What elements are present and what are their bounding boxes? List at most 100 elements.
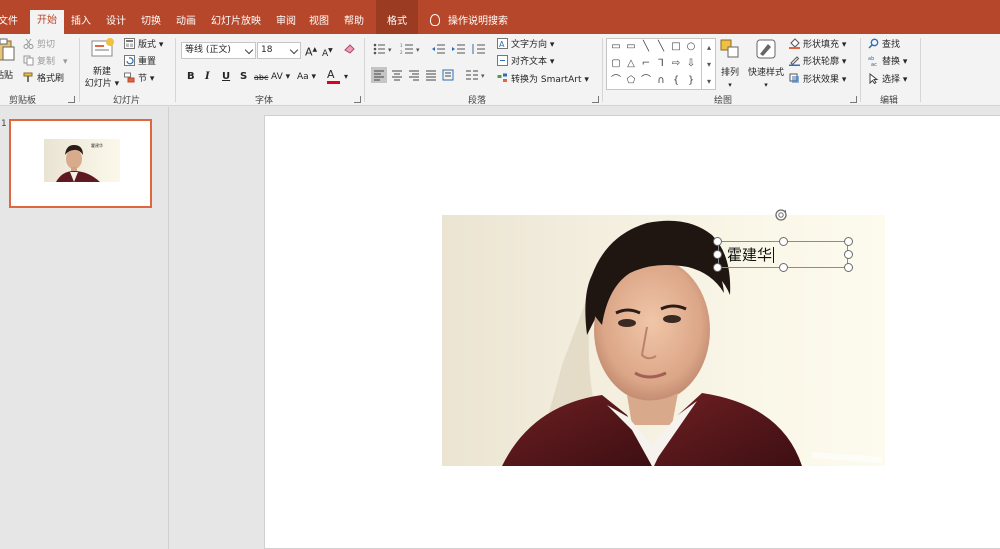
down-arrow-shape-icon[interactable]: ⇩ (684, 57, 698, 71)
tell-me-search[interactable]: 操作说明搜索 (430, 12, 508, 32)
drawing-launcher-icon[interactable] (850, 96, 857, 103)
arrange-button[interactable]: 排列 ▾ (716, 38, 744, 91)
shape-effects-label: 形状效果 (803, 75, 840, 85)
shape-outline-button[interactable]: 形状轮廓 ▾ (789, 55, 846, 69)
font-family-select[interactable]: 等线 (正文) (181, 42, 256, 59)
decrease-indent-icon (432, 44, 445, 54)
resize-handle-bottom-right[interactable] (844, 263, 853, 272)
slide-thumbnail-pane: 1 霍建华 (0, 107, 169, 549)
grow-font-label: A (305, 45, 313, 59)
char-spacing-button[interactable]: AV ▾ (271, 70, 290, 84)
section-button[interactable]: 节 ▾ (124, 72, 154, 86)
copy-label: 复制 (37, 57, 56, 67)
new-slide-button[interactable]: 新建 幻灯片 ▾ (84, 37, 120, 90)
strikethrough-button[interactable]: abc (254, 71, 268, 85)
layout-button[interactable]: 版式 ▾ (124, 38, 163, 52)
tab-format[interactable]: 格式 (376, 0, 418, 34)
convert-smartart-button[interactable]: 转换为 SmartArt ▾ (497, 73, 589, 87)
right-brace-shape-icon[interactable]: } (684, 74, 698, 88)
rotate-handle-icon[interactable] (774, 208, 788, 222)
tab-review[interactable]: 审阅 (273, 12, 299, 34)
slides-group-label: 幻灯片 (113, 96, 141, 106)
triangle-shape-icon[interactable]: △ (624, 57, 638, 71)
align-text-button[interactable]: 对齐文本 ▾ (497, 55, 554, 69)
clipboard-launcher-icon[interactable] (68, 96, 75, 103)
font-color-dropdown[interactable]: ▾ (344, 70, 348, 84)
paste-button[interactable]: 粘贴 (0, 38, 16, 82)
cut-button[interactable]: 剪切 (23, 38, 55, 52)
replace-button[interactable]: ab ac 替换 ▾ (868, 55, 907, 69)
line-shape-icon[interactable]: ╲ (639, 40, 653, 54)
underline-button[interactable]: U (222, 70, 230, 84)
font-group-label: 字体 (255, 96, 274, 106)
bold-button[interactable]: B (187, 70, 195, 84)
shape-effects-button[interactable]: 形状效果 ▾ (789, 73, 846, 87)
svg-text:▾: ▾ (416, 46, 420, 54)
resize-handle-bottom-left[interactable] (713, 263, 722, 272)
font-size-select[interactable]: 18 (257, 42, 301, 59)
arrow-line-shape-icon[interactable]: ╲ (654, 40, 668, 54)
tab-design[interactable]: 设计 (103, 12, 129, 34)
grow-font-button[interactable]: A▲ (305, 43, 317, 60)
resize-handle-bottom[interactable] (779, 263, 788, 272)
tab-file[interactable]: 文件 (0, 12, 20, 34)
shape-fill-button[interactable]: 形状填充 ▾ (789, 38, 846, 52)
reset-button[interactable]: 重置 (124, 55, 156, 69)
slide-canvas[interactable]: 霍建华 (264, 115, 1000, 549)
vertical-text-box-shape-icon[interactable]: ▭ (624, 40, 638, 54)
quick-styles-label: 快速样式 (747, 68, 784, 78)
left-brace-shape-icon[interactable]: { (669, 74, 683, 88)
copy-icon (23, 55, 34, 66)
slide-thumbnail[interactable]: 霍建华 (9, 119, 152, 208)
gallery-scroll[interactable]: ▴ ▾ ▾ (701, 39, 716, 90)
text-box-content[interactable]: 霍建华 (727, 246, 775, 264)
tab-animations[interactable]: 动画 (173, 12, 199, 34)
arc-shape-icon[interactable]: ∩ (654, 74, 668, 88)
svg-text:▾: ▾ (388, 46, 392, 54)
change-case-button[interactable]: Aa ▾ (297, 70, 316, 84)
text-box-shape-icon[interactable]: ▭ (609, 40, 623, 54)
tab-slideshow[interactable]: 幻灯片放映 (208, 12, 264, 34)
curve-shape-icon[interactable]: ⌒ (639, 74, 653, 88)
clear-formatting-button[interactable] (344, 43, 358, 57)
text-shadow-button[interactable]: S (240, 70, 247, 84)
shrink-font-button[interactable]: A▼ (322, 44, 333, 61)
group-divider (364, 38, 365, 102)
right-arrow-shape-icon[interactable]: ⇨ (669, 57, 683, 71)
text-direction-label: 文字方向 (511, 40, 548, 50)
elbow-arrow-shape-icon[interactable]: ⅂ (654, 57, 668, 71)
find-button[interactable]: 查找 (868, 38, 900, 52)
new-slide-icon (91, 38, 114, 57)
tab-transitions[interactable]: 切换 (138, 12, 164, 34)
rectangle-shape-icon[interactable]: □ (669, 40, 683, 54)
resize-handle-right[interactable] (844, 250, 853, 259)
tab-help[interactable]: 帮助 (341, 12, 367, 34)
format-painter-label: 格式刷 (37, 74, 65, 84)
shape-gallery[interactable]: ▭ ▭ ╲ ╲ □ ○ ▢ △ ⌐ ⅂ ⇨ ⇩ ⌒ ⬠ ⌒ ∩ { } ▴ ▾ ▾ (606, 38, 716, 90)
tab-home[interactable]: 开始 (30, 10, 64, 34)
text-direction-button[interactable]: A 文字方向 ▾ (497, 38, 554, 52)
resize-handle-left[interactable] (713, 250, 722, 259)
tab-insert[interactable]: 插入 (68, 12, 94, 34)
resize-handle-top-left[interactable] (713, 237, 722, 246)
paragraph-launcher-icon[interactable] (592, 96, 599, 103)
elbow-connector-shape-icon[interactable]: ⌐ (639, 57, 653, 71)
tab-view[interactable]: 视图 (306, 12, 332, 34)
shape-outline-label: 形状轮廓 (803, 57, 840, 67)
ribbon-home: 粘贴 剪切 复制▾ 格式刷 剪贴板 新建 幻灯片 ▾ 版式 ▾ 重置 节 ▾ 幻… (0, 34, 1000, 106)
resize-handle-top-right[interactable] (844, 237, 853, 246)
paintbrush-icon (23, 72, 33, 82)
char-spacing-label: AV (271, 72, 283, 82)
quick-styles-button[interactable]: 快速样式 ▾ (746, 38, 786, 91)
font-color-button[interactable]: A (327, 68, 340, 84)
oval-shape-icon[interactable]: ○ (684, 40, 698, 54)
pentagon-shape-icon[interactable]: ⬠ (624, 74, 638, 88)
freeform-shape-icon[interactable]: ⌒ (609, 74, 623, 88)
resize-handle-top[interactable] (779, 237, 788, 246)
rounded-rectangle-shape-icon[interactable]: ▢ (609, 57, 623, 71)
copy-button[interactable]: 复制 ▾ (23, 55, 68, 69)
format-painter-button[interactable]: 格式刷 (23, 72, 64, 86)
select-button[interactable]: 选择 ▾ (868, 73, 907, 87)
font-launcher-icon[interactable] (354, 96, 361, 103)
italic-button[interactable]: I (205, 70, 210, 84)
